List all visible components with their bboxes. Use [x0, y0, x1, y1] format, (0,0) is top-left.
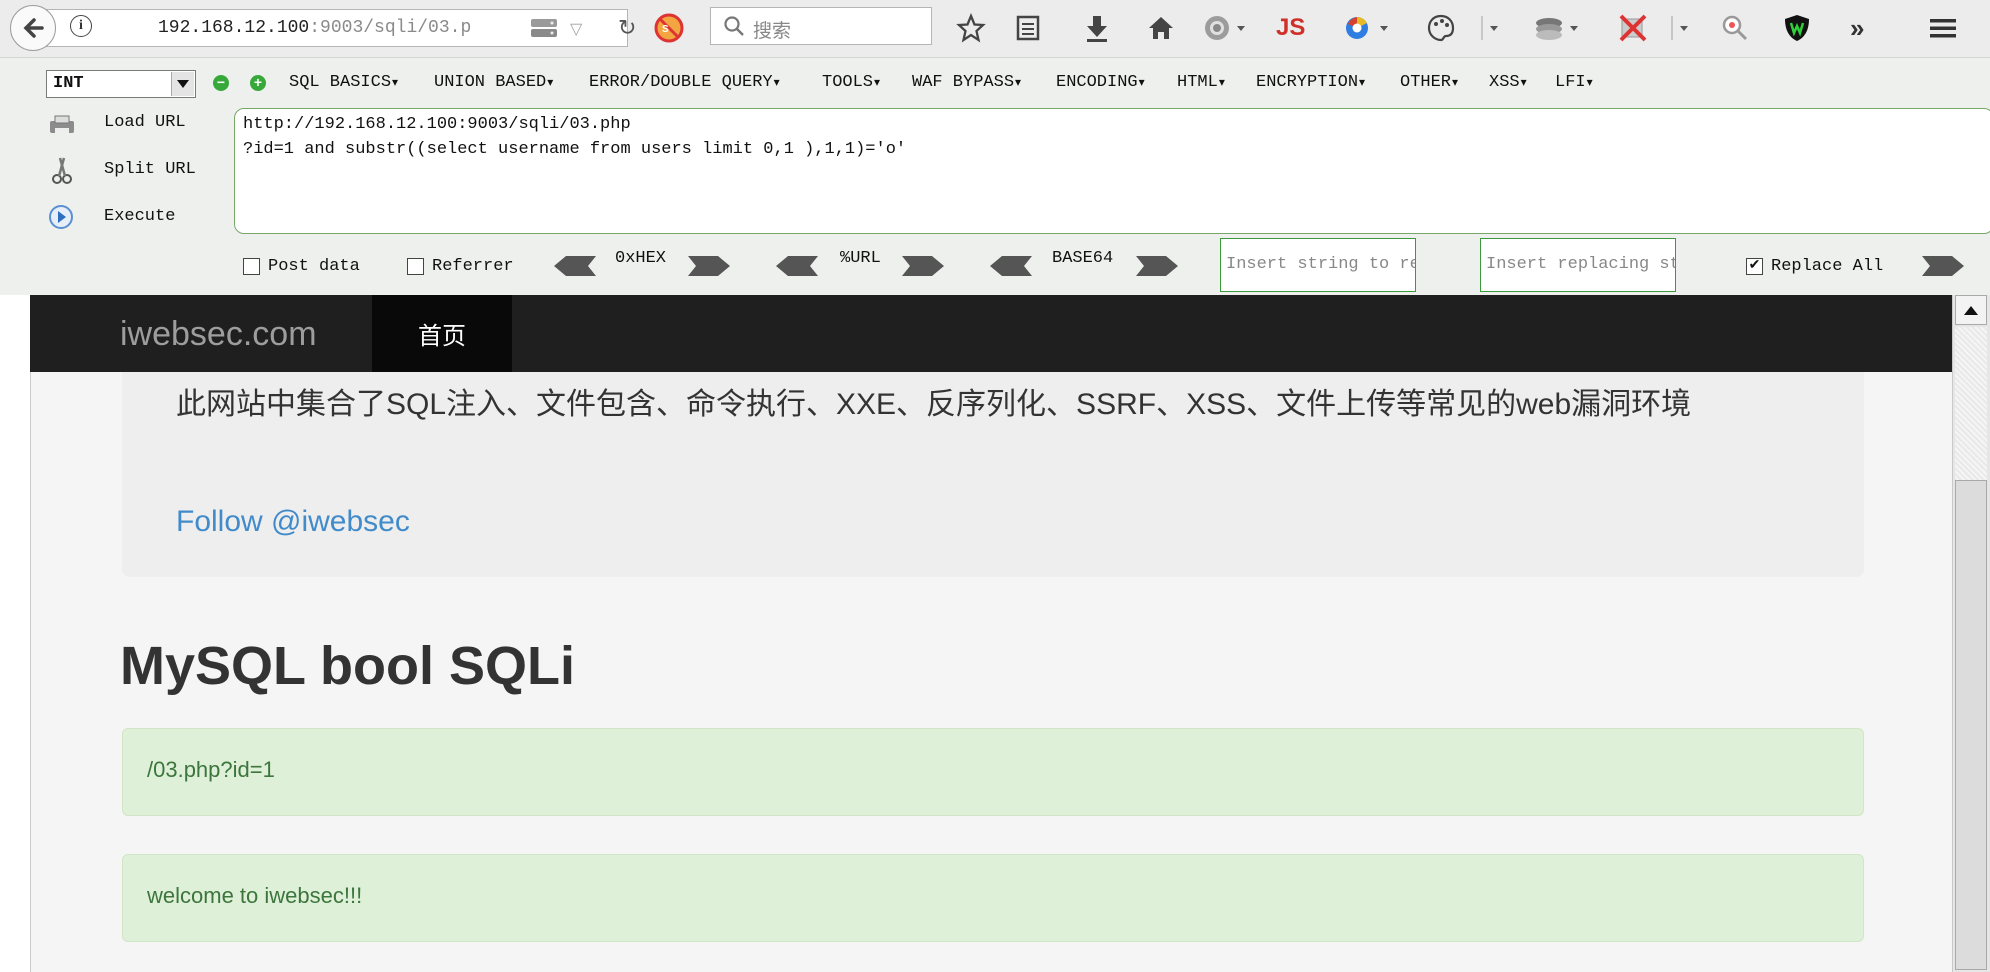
reload-icon[interactable]: ↻	[618, 16, 636, 42]
menu-error-double-query[interactable]: ERROR/DOUBLE QUERY	[589, 73, 780, 92]
menu-other[interactable]: OTHER	[1400, 73, 1458, 92]
base64-label: BASE64	[1052, 249, 1114, 268]
site-brand-link[interactable]: iwebsec.com	[120, 315, 317, 354]
chevron-down-icon	[177, 80, 189, 88]
search-icon	[724, 16, 744, 36]
menu-encoding[interactable]: ENCODING	[1056, 73, 1145, 92]
shield-icon[interactable]	[1782, 11, 1812, 45]
browser-toolbar: 192.168.12.100:9003/sqli/03.p ▽ ↻ i S 搜索…	[0, 0, 1990, 58]
oxhex-encode-arrow-icon[interactable]	[688, 256, 730, 276]
hackbar-panel: INT − + SQL BASICS UNION BASED ERROR/DOU…	[0, 58, 1990, 294]
url-textarea-line-2: ?id=1 and substr((select username from u…	[243, 140, 907, 159]
disable-addon-icon[interactable]	[1618, 11, 1652, 45]
layers-icon[interactable]	[1532, 11, 1580, 45]
load-url-button[interactable]: Load URL	[48, 113, 186, 137]
bookmark-star-icon[interactable]	[956, 11, 986, 45]
replace-arrow-icon[interactable]	[1922, 256, 1964, 276]
url-decode-arrow-icon[interactable]	[776, 256, 818, 276]
replace-all-box[interactable]: ✔	[1746, 258, 1763, 275]
menu-xss[interactable]: XSS	[1489, 73, 1527, 92]
toolbar-dropdown-icon[interactable]	[1670, 11, 1698, 45]
oxhex-label: 0xHEX	[615, 249, 667, 268]
load-url-label: Load URL	[104, 113, 186, 132]
insert-replacing-input[interactable]: Insert replacing string	[1480, 238, 1676, 292]
toolbar-separator-dropdown-icon[interactable]	[1480, 11, 1508, 45]
follow-link[interactable]: Follow @iwebsec	[176, 505, 410, 539]
svg-text:S: S	[662, 24, 669, 35]
back-arrow-icon	[23, 18, 44, 38]
replace-all-label: Replace All	[1771, 257, 1884, 276]
url-text: 192.168.12.100:9003/sqli/03.p	[158, 18, 472, 38]
post-data-box[interactable]	[243, 258, 260, 275]
base64-decode-arrow-icon[interactable]	[990, 256, 1032, 276]
url-bar[interactable]: 192.168.12.100:9003/sqli/03.p ▽ ↻	[40, 9, 636, 47]
menu-sql-basics[interactable]: SQL BASICS	[289, 73, 398, 92]
play-icon	[49, 205, 73, 229]
minus-icon[interactable]: −	[213, 75, 229, 91]
search-bar[interactable]: 搜索	[710, 7, 932, 45]
reading-list-icon[interactable]	[1014, 11, 1042, 45]
menu-encryption[interactable]: ENCRYPTION	[1256, 73, 1365, 92]
page-viewport: iwebsec.com 首页 此网站中集合了SQL注入、文件包含、命令执行、XX…	[0, 295, 1990, 972]
magnify-addon-icon[interactable]	[1720, 11, 1750, 45]
welcome-alert-text: welcome to iwebsec!!!	[147, 883, 363, 908]
referrer-box[interactable]	[407, 258, 424, 275]
base64-encode-arrow-icon[interactable]	[1136, 256, 1178, 276]
js-toggle-icon[interactable]: JS	[1276, 11, 1305, 45]
data-type-select[interactable]: INT	[46, 70, 196, 98]
server-icon[interactable]	[530, 17, 558, 39]
post-data-label: Post data	[268, 257, 360, 276]
info-icon[interactable]: i	[70, 15, 92, 37]
back-button[interactable]	[10, 5, 56, 51]
addon-sync-icon[interactable]	[1202, 11, 1246, 45]
split-url-label: Split URL	[104, 160, 196, 179]
menu-lfi[interactable]: LFI	[1555, 73, 1593, 92]
menu-hamburger-icon[interactable]	[1928, 11, 1958, 45]
page-title: MySQL bool SQLi	[120, 636, 576, 696]
intro-jumbotron: 此网站中集合了SQL注入、文件包含、命令执行、XXE、反序列化、SSRF、XSS…	[122, 372, 1864, 577]
chevron-up-icon	[1964, 305, 1978, 315]
intro-text: 此网站中集合了SQL注入、文件包含、命令执行、XXE、反序列化、SSRF、XSS…	[176, 388, 1692, 421]
plus-icon[interactable]: +	[250, 75, 266, 91]
menu-html[interactable]: HTML	[1177, 73, 1225, 92]
url-textarea-line-1: http://192.168.12.100:9003/sqli/03.php	[243, 115, 631, 134]
url-textarea[interactable]: http://192.168.12.100:9003/sqli/03.php ?…	[234, 108, 1990, 234]
download-icon[interactable]	[1083, 11, 1111, 45]
select-arrow-button[interactable]	[171, 72, 194, 96]
execute-button[interactable]: Execute	[48, 204, 175, 230]
overflow-chevron-icon[interactable]: »	[1850, 11, 1864, 45]
welcome-alert: welcome to iwebsec!!!	[122, 854, 1864, 942]
referrer-label: Referrer	[432, 257, 514, 276]
search-placeholder: 搜索	[753, 21, 792, 42]
viewport-left-edge	[0, 295, 31, 972]
home-icon[interactable]	[1146, 11, 1176, 45]
palette-icon[interactable]	[1426, 11, 1460, 45]
noscript-icon[interactable]: S	[653, 12, 685, 44]
menu-union-based[interactable]: UNION BASED	[434, 73, 553, 92]
replace-all-checkbox[interactable]: ✔ Replace All	[1746, 257, 1883, 276]
chrome-addon-icon[interactable]	[1342, 11, 1392, 45]
menu-waf-bypass[interactable]: WAF BYPASS	[912, 73, 1021, 92]
oxhex-decode-arrow-icon[interactable]	[554, 256, 596, 276]
menu-tools[interactable]: TOOLS	[822, 73, 880, 92]
url-encode-arrow-icon[interactable]	[902, 256, 944, 276]
printer-load-icon	[50, 115, 74, 133]
query-alert-text: /03.php?id=1	[147, 757, 275, 782]
nav-home-link[interactable]: 首页	[372, 295, 512, 372]
data-type-value: INT	[53, 74, 84, 93]
url-encode-label: %URL	[840, 249, 881, 268]
site-navbar: iwebsec.com 首页	[30, 295, 1952, 372]
scroll-up-button[interactable]	[1955, 295, 1987, 325]
insert-string-input[interactable]: Insert string to repla	[1220, 238, 1416, 292]
scissors-icon	[52, 157, 72, 184]
split-url-button[interactable]: Split URL	[48, 156, 196, 186]
post-data-checkbox[interactable]: Post data	[243, 257, 360, 276]
execute-label: Execute	[104, 207, 176, 226]
query-alert: /03.php?id=1	[122, 728, 1864, 816]
scrollbar-thumb[interactable]	[1955, 480, 1987, 970]
referrer-checkbox[interactable]: Referrer	[407, 257, 514, 276]
dropdown-triangle-icon[interactable]: ▽	[570, 19, 582, 39]
